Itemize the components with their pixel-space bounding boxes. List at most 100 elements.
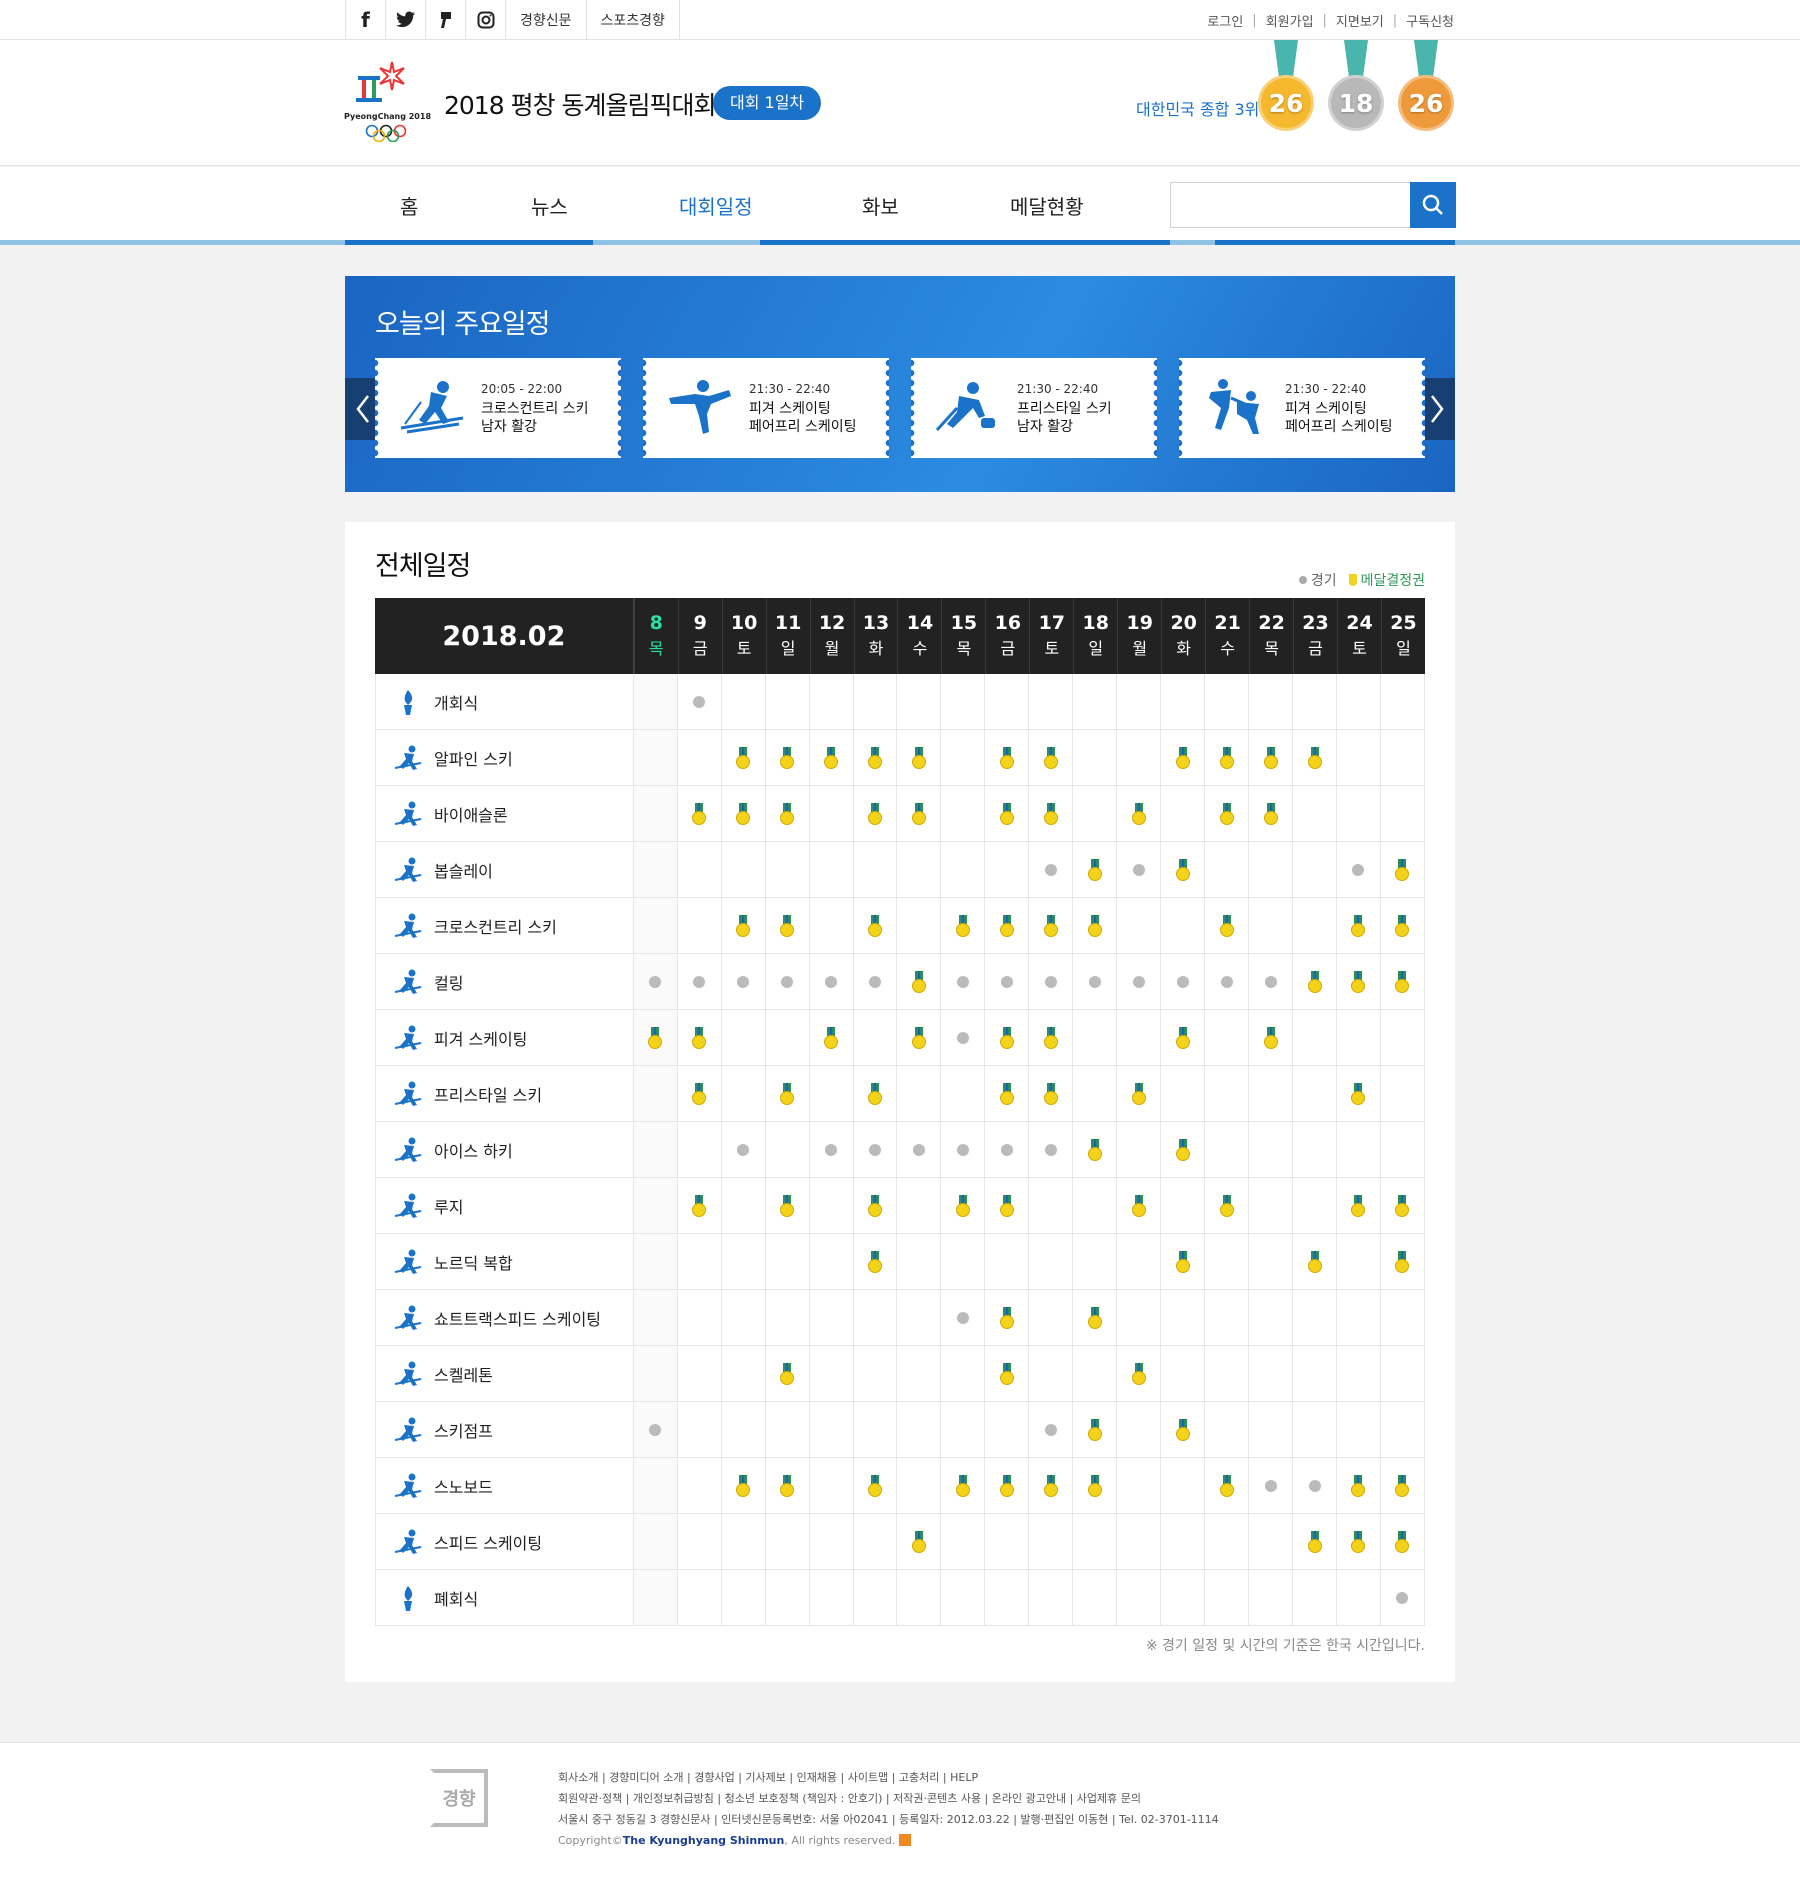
schedule-cell[interactable] xyxy=(1205,898,1250,953)
schedule-cell[interactable] xyxy=(1249,786,1294,841)
link-sports-kyunghyang[interactable]: 스포츠경향 xyxy=(585,0,680,40)
schedule-cell[interactable] xyxy=(1161,842,1206,897)
today-card[interactable]: 21:30 - 22:40 피겨 스케이팅 페어프리 스케이팅 xyxy=(1179,358,1425,458)
schedule-cell[interactable] xyxy=(1337,842,1381,897)
schedule-cell[interactable] xyxy=(1205,730,1250,785)
schedule-cell[interactable] xyxy=(722,1458,766,1513)
signup-link[interactable]: 회원가입 xyxy=(1266,11,1314,30)
schedule-cell[interactable] xyxy=(985,1346,1030,1401)
schedule-cell[interactable] xyxy=(854,786,898,841)
schedule-cell[interactable] xyxy=(1117,1066,1162,1121)
schedule-cell[interactable] xyxy=(1029,1458,1074,1513)
sport-cell[interactable]: 피겨 스케이팅 xyxy=(375,1010,634,1065)
schedule-cell[interactable] xyxy=(1029,1066,1074,1121)
schedule-cell[interactable] xyxy=(1249,1010,1294,1065)
sport-cell[interactable]: 스피드 스케이팅 xyxy=(375,1514,634,1569)
sport-cell[interactable]: 스키점프 xyxy=(375,1402,634,1457)
schedule-cell[interactable] xyxy=(1117,954,1162,1009)
schedule-cell[interactable] xyxy=(985,1290,1030,1345)
schedule-cell[interactable] xyxy=(941,1290,986,1345)
schedule-cell[interactable] xyxy=(1381,1178,1425,1233)
login-link[interactable]: 로그인 xyxy=(1207,11,1243,30)
schedule-cell[interactable] xyxy=(722,954,766,1009)
schedule-cell[interactable] xyxy=(678,1178,722,1233)
schedule-cell[interactable] xyxy=(854,1122,898,1177)
sport-cell[interactable]: 스켈레톤 xyxy=(375,1346,634,1401)
schedule-cell[interactable] xyxy=(985,954,1030,1009)
schedule-cell[interactable] xyxy=(1249,730,1294,785)
rss-icon[interactable] xyxy=(898,1834,911,1846)
schedule-cell[interactable] xyxy=(941,1010,986,1065)
schedule-cell[interactable] xyxy=(766,1178,810,1233)
schedule-cell[interactable] xyxy=(1337,1066,1381,1121)
schedule-cell[interactable] xyxy=(854,898,898,953)
schedule-cell[interactable] xyxy=(1029,730,1074,785)
schedule-cell[interactable] xyxy=(1073,1122,1118,1177)
schedule-cell[interactable] xyxy=(897,786,942,841)
twitter-icon[interactable] xyxy=(385,0,425,40)
search-input[interactable] xyxy=(1171,183,1411,227)
sport-cell[interactable]: 크로스컨트리 스키 xyxy=(375,898,634,953)
schedule-cell[interactable] xyxy=(985,898,1030,953)
schedule-cell[interactable] xyxy=(1205,954,1250,1009)
schedule-cell[interactable] xyxy=(1029,1010,1074,1065)
schedule-cell[interactable] xyxy=(985,730,1030,785)
sport-cell[interactable]: 알파인 스키 xyxy=(375,730,634,785)
schedule-cell[interactable] xyxy=(633,1402,678,1457)
schedule-cell[interactable] xyxy=(1381,842,1425,897)
instagram-icon[interactable] xyxy=(465,0,505,40)
footer-line-2[interactable]: 회원약관·정책 | 개인정보취급방침 | 청소년 보호정책 (책임자 : 안호기… xyxy=(558,1788,1219,1809)
nav-photos[interactable]: 화보 xyxy=(862,191,899,220)
schedule-cell[interactable] xyxy=(678,954,722,1009)
today-card[interactable]: 21:30 - 22:40 피겨 스케이팅 페어프리 스케이팅 xyxy=(643,358,889,458)
schedule-cell[interactable] xyxy=(678,786,722,841)
schedule-cell[interactable] xyxy=(1073,898,1118,953)
schedule-cell[interactable] xyxy=(985,1122,1030,1177)
nav-home[interactable]: 홈 xyxy=(400,191,418,220)
schedule-cell[interactable] xyxy=(985,1178,1030,1233)
sport-cell[interactable]: 개회식 xyxy=(375,674,634,729)
schedule-cell[interactable] xyxy=(633,1010,678,1065)
schedule-cell[interactable] xyxy=(1293,1514,1337,1569)
schedule-cell[interactable] xyxy=(1117,1178,1162,1233)
epaper-link[interactable]: 지면보기 xyxy=(1336,11,1384,30)
schedule-cell[interactable] xyxy=(766,1458,810,1513)
schedule-cell[interactable] xyxy=(1117,786,1162,841)
schedule-cell[interactable] xyxy=(1029,1402,1074,1457)
sport-cell[interactable]: 바이애슬론 xyxy=(375,786,634,841)
schedule-cell[interactable] xyxy=(1029,898,1074,953)
schedule-cell[interactable] xyxy=(854,1234,898,1289)
schedule-cell[interactable] xyxy=(1029,842,1074,897)
schedule-cell[interactable] xyxy=(897,1122,942,1177)
today-card[interactable]: 20:05 - 22:00 크로스컨트리 스키 남자 활강 xyxy=(375,358,621,458)
schedule-cell[interactable] xyxy=(1117,1346,1162,1401)
schedule-cell[interactable] xyxy=(897,1010,942,1065)
schedule-cell[interactable] xyxy=(1029,954,1074,1009)
schedule-cell[interactable] xyxy=(810,954,854,1009)
schedule-cell[interactable] xyxy=(854,1066,898,1121)
schedule-cell[interactable] xyxy=(1337,954,1381,1009)
schedule-cell[interactable] xyxy=(1117,842,1162,897)
sport-cell[interactable]: 봅슬레이 xyxy=(375,842,634,897)
schedule-cell[interactable] xyxy=(810,1122,854,1177)
schedule-cell[interactable] xyxy=(1381,1458,1425,1513)
schedule-cell[interactable] xyxy=(1073,842,1118,897)
schedule-cell[interactable] xyxy=(1205,1458,1250,1513)
schedule-cell[interactable] xyxy=(1381,1234,1425,1289)
schedule-cell[interactable] xyxy=(1029,1122,1074,1177)
schedule-cell[interactable] xyxy=(1381,898,1425,953)
sport-cell[interactable]: 루지 xyxy=(375,1178,634,1233)
schedule-cell[interactable] xyxy=(1337,1178,1381,1233)
schedule-cell[interactable] xyxy=(678,1010,722,1065)
today-card[interactable]: 21:30 - 22:40 프리스타일 스키 남자 활강 xyxy=(911,358,1157,458)
schedule-cell[interactable] xyxy=(1205,1178,1250,1233)
schedule-cell[interactable] xyxy=(897,954,942,1009)
schedule-cell[interactable] xyxy=(1073,1402,1118,1457)
schedule-cell[interactable] xyxy=(722,730,766,785)
schedule-cell[interactable] xyxy=(1381,1514,1425,1569)
schedule-cell[interactable] xyxy=(1161,730,1206,785)
schedule-cell[interactable] xyxy=(985,786,1030,841)
schedule-cell[interactable] xyxy=(1293,1458,1337,1513)
schedule-cell[interactable] xyxy=(1073,954,1118,1009)
sport-cell[interactable]: 프리스타일 스키 xyxy=(375,1066,634,1121)
